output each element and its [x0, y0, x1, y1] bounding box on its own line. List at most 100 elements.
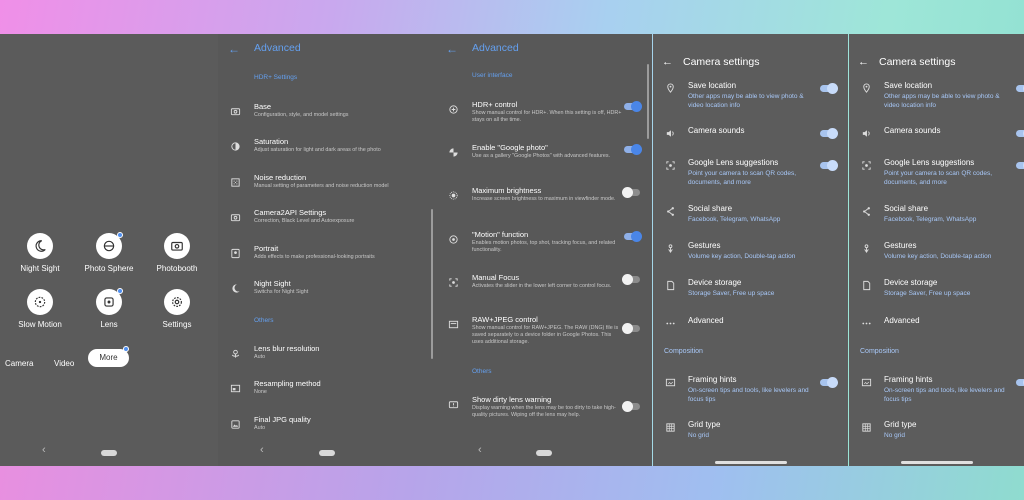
- nav-home-pill[interactable]: [536, 450, 552, 456]
- toggle-knob: [622, 187, 633, 198]
- toggle-knob: [631, 101, 642, 112]
- brightness-icon: [449, 191, 458, 200]
- gesture-icon: [864, 244, 869, 253]
- lens-scan-icon: [666, 161, 675, 170]
- gesture-icon: [668, 244, 673, 253]
- back-arrow-icon[interactable]: ←: [446, 42, 458, 56]
- focus-icon: [449, 278, 458, 287]
- location-icon: [667, 83, 674, 93]
- nav-home-pill[interactable]: [101, 450, 117, 456]
- app-bar: ← Advanced: [436, 34, 652, 64]
- scrollbar[interactable]: [431, 209, 433, 359]
- framing-icon: [665, 378, 676, 387]
- share-icon: [667, 207, 674, 216]
- advanced-hdr-screen: ← Advanced HDR+ Settings Base Configurat…: [218, 34, 436, 466]
- more-icon: [666, 322, 675, 325]
- setting-toggle[interactable]: [820, 377, 838, 388]
- nav-bar: ‹: [0, 444, 218, 460]
- setting-toggle[interactable]: [1016, 377, 1024, 388]
- setting-toggle[interactable]: [1016, 128, 1024, 139]
- hdr-control-toggle[interactable]: [624, 101, 642, 112]
- camera-settings-screen-2: ← Camera settings Save location Other app…: [849, 34, 1024, 466]
- toggle-knob: [622, 401, 633, 412]
- framing-icon: [861, 378, 872, 387]
- contrast-icon: [231, 142, 240, 151]
- google-photo-toggle[interactable]: [624, 144, 642, 155]
- setting-toggle[interactable]: [820, 83, 838, 94]
- page-title: Camera settings: [879, 56, 956, 68]
- portrait-icon: [231, 248, 240, 259]
- back-arrow-icon[interactable]: ←: [228, 42, 240, 56]
- max-brightness-toggle[interactable]: [622, 187, 640, 198]
- warning-icon: [448, 401, 459, 409]
- manual-focus-toggle[interactable]: [622, 274, 640, 285]
- new-badge: [117, 288, 123, 294]
- nav-back-icon[interactable]: ‹: [260, 444, 264, 456]
- mode-night-sight[interactable]: Night Sight: [10, 233, 70, 273]
- section-header-hdr: HDR+ Settings: [254, 74, 298, 81]
- slow-motion-icon: [34, 296, 46, 308]
- setting-toggle[interactable]: [1016, 83, 1024, 94]
- toggle-knob: [622, 323, 633, 334]
- mode-lens[interactable]: Lens: [79, 288, 139, 329]
- toggle-knob: [622, 274, 633, 285]
- advanced-ui-screen: ← Advanced User interface HDR+ control S…: [436, 34, 652, 466]
- flower-icon: [231, 349, 240, 358]
- photo-sphere-icon: [103, 240, 115, 252]
- app-bar: ← Advanced: [218, 34, 436, 64]
- storage-icon: [667, 280, 675, 291]
- setting-toggle[interactable]: [1016, 160, 1024, 171]
- lens-scan-icon: [862, 161, 871, 170]
- toggle-knob: [631, 144, 642, 155]
- tab-more[interactable]: More: [88, 346, 129, 367]
- moon-icon: [35, 240, 46, 252]
- camera-icon: [230, 108, 241, 116]
- nav-home-pill[interactable]: [319, 450, 335, 456]
- section-header-composition: Composition: [860, 348, 899, 355]
- section-header-others: Others: [254, 317, 274, 324]
- background-bottom: [0, 466, 1024, 500]
- grid-icon: [666, 423, 675, 432]
- setting-toggle[interactable]: [820, 128, 838, 139]
- scrollbar[interactable]: [647, 64, 649, 139]
- page-title: Camera settings: [683, 56, 760, 68]
- mode-photobooth[interactable]: Photobooth: [147, 233, 207, 273]
- new-badge: [117, 232, 123, 238]
- mode-settings[interactable]: Settings: [147, 289, 207, 329]
- toggle-knob: [827, 377, 838, 388]
- section-header-composition: Composition: [664, 348, 703, 355]
- camera-icon: [230, 214, 241, 222]
- camera-icon: [171, 241, 183, 251]
- mode-photo-sphere[interactable]: Photo Sphere: [79, 232, 139, 273]
- tab-camera[interactable]: Camera: [5, 359, 33, 368]
- toggle-knob: [631, 231, 642, 242]
- gear-icon: [172, 297, 182, 307]
- image-icon: [231, 420, 240, 429]
- location-icon: [863, 83, 870, 93]
- mode-slow-motion[interactable]: Slow Motion: [10, 289, 70, 329]
- camera-modes-screen: Night Sight Photo Sphere Photobooth Slow…: [0, 34, 218, 466]
- lens-icon: [104, 297, 114, 307]
- back-arrow-icon[interactable]: ←: [858, 56, 869, 68]
- dirty-lens-toggle[interactable]: [622, 401, 640, 412]
- noise-icon: [231, 178, 240, 187]
- more-icon: [862, 322, 871, 325]
- motion-toggle[interactable]: [624, 231, 642, 242]
- nav-bar: ‹: [218, 444, 436, 460]
- section-header-others: Others: [472, 368, 492, 375]
- nav-back-icon[interactable]: ‹: [42, 444, 46, 456]
- back-arrow-icon[interactable]: ←: [662, 56, 673, 68]
- motion-icon: [449, 235, 458, 244]
- section-header-ui: User interface: [472, 72, 513, 79]
- tab-video[interactable]: Video: [54, 359, 74, 368]
- gesture-bar[interactable]: [714, 461, 787, 464]
- setting-toggle[interactable]: [820, 160, 838, 171]
- toggle-knob: [827, 128, 838, 139]
- nav-back-icon[interactable]: ‹: [478, 444, 482, 456]
- gesture-bar[interactable]: [900, 461, 973, 464]
- page-title: Advanced: [254, 42, 301, 54]
- volume-icon: [862, 130, 870, 137]
- raw-jpeg-toggle[interactable]: [622, 323, 640, 334]
- storage-icon: [863, 280, 871, 291]
- toggle-knob: [827, 160, 838, 171]
